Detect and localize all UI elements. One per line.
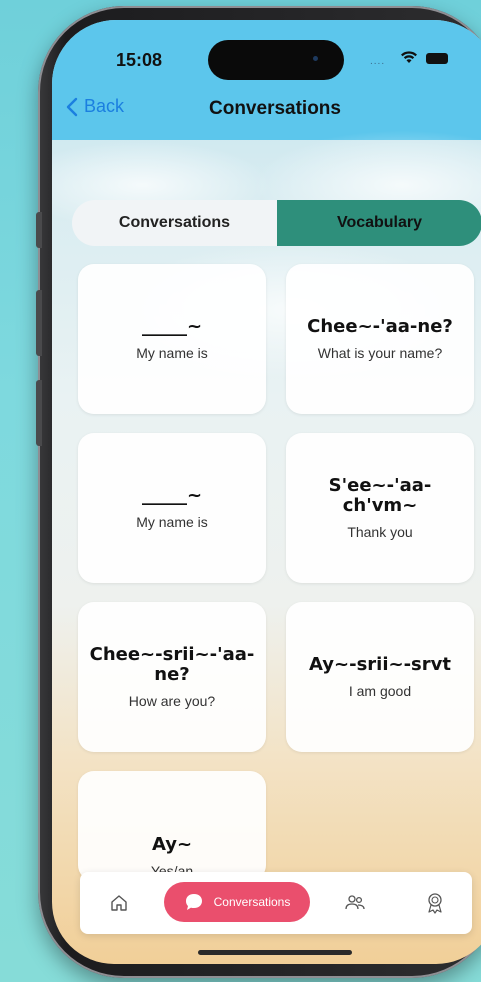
app-screen: 15:08 .... Back Conversations Conversati… [52,20,481,964]
battery-icon [426,53,448,64]
mute-switch [36,212,42,248]
tab-conversations[interactable]: Conversations [72,200,277,246]
page-title: Conversations [209,98,341,119]
vocab-card[interactable]: _____~ My name is [78,433,266,583]
tab-vocabulary[interactable]: Vocabulary [277,200,481,246]
award-icon [428,893,442,914]
signal-indicator: .... [370,56,386,67]
vocab-meaning: How are you? [128,693,216,709]
vocab-word: Chee~-'aa-ne? [307,316,453,337]
navigation-bar: Back Conversations [52,94,481,134]
tab-conversations-active[interactable]: Conversations [164,882,310,922]
dynamic-island [208,40,344,80]
vocab-word: Ay~ [151,834,193,855]
home-icon [111,895,127,911]
vocab-meaning: My name is [136,514,208,530]
vocab-meaning: I am good [348,683,412,699]
home-indicator [198,950,352,955]
vocab-meaning: My name is [136,345,208,361]
vocab-word: S'ee~-'aa-ch'vm~ [328,475,432,516]
vocab-card[interactable]: Chee~-srii~-'aa-ne? How are you? [78,602,266,752]
vocab-meaning: Thank you [347,524,413,540]
vocab-word: _____~ [141,485,203,506]
tab-achievements[interactable] [410,872,460,934]
tab-home[interactable] [94,872,144,934]
vocab-word: Chee~-srii~-'aa-ne? [89,644,255,685]
vocab-meaning: What is your name? [317,345,443,361]
volume-up-button [36,290,42,356]
wifi-icon [401,51,417,63]
vocab-card[interactable]: Ay~-srii~-srvt I am good [286,602,474,752]
chat-bubble-icon [185,894,202,910]
segmented-control: Conversations Vocabulary [72,200,481,246]
bottom-tab-bar: Conversations [80,872,472,934]
vocab-card[interactable]: _____~ My name is [78,264,266,414]
tab-conversations-label: Conversations [213,895,291,909]
status-bar: 15:08 .... [52,20,481,90]
vocab-card[interactable]: Ay~ Yes/an [78,771,266,881]
volume-down-button [36,380,42,446]
vocab-word: _____~ [141,316,203,337]
vocab-card[interactable]: Chee~-'aa-ne? What is your name? [286,264,474,414]
people-icon [345,895,365,910]
vocab-card[interactable]: S'ee~-'aa-ch'vm~ Thank you [286,433,474,583]
tab-community[interactable] [330,872,380,934]
vocab-word: Ay~-srii~-srvt [309,654,451,675]
status-time: 15:08 [116,50,163,70]
